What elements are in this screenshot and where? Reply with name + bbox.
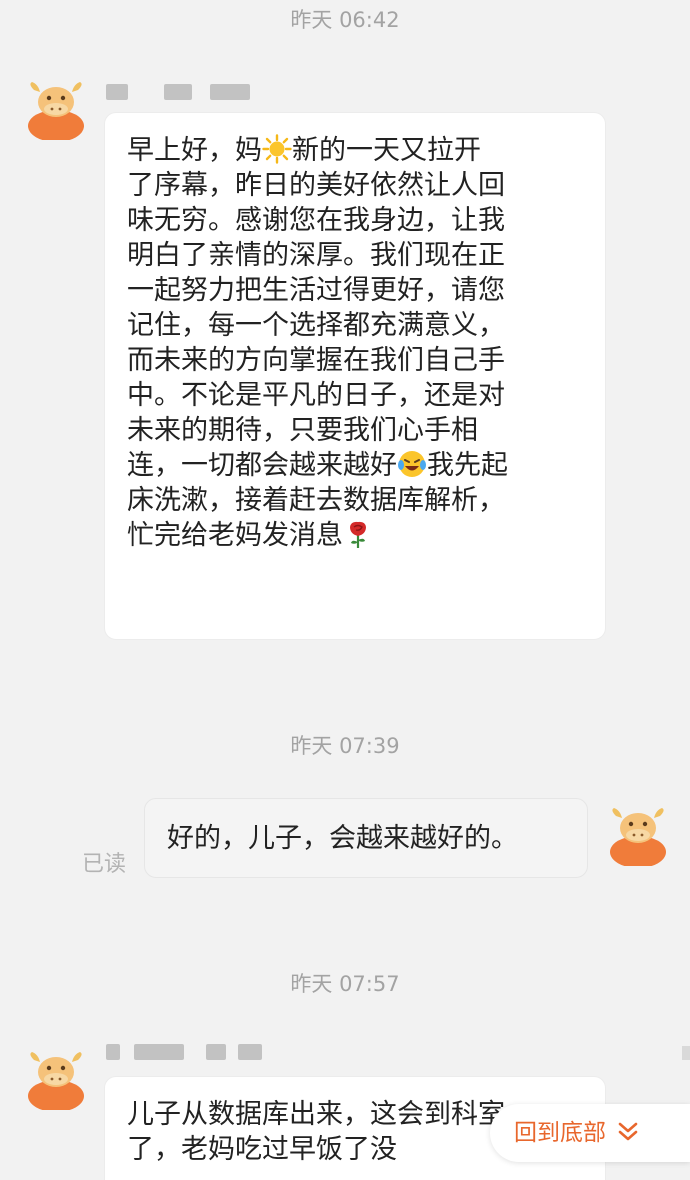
message-bubble-incoming[interactable]: 早上好，妈 新的一天又拉开 了序幕，昨日的美好依然让人回 味无穷。感谢您在我身边，… [104,112,606,640]
message-line: 味无穷。感谢您在我身边，让我 [127,205,505,236]
avatar-cow-icon[interactable] [24,1046,88,1110]
laughing-crying-emoji-icon [398,451,426,477]
message-line: 一起努力把生活过得更好，请您 [127,275,505,306]
message-line: 中。不论是平凡的日子，还是对 [127,380,505,411]
double-chevron-down-icon [619,1122,638,1141]
message-line: 早上好，妈 新的一天又拉开 [127,134,481,166]
scroll-to-bottom-button[interactable]: 回到底部 [490,1104,690,1162]
timestamp: 昨天 06:42 [290,8,400,32]
message-bubble-outgoing[interactable]: 好的，儿子，会越来越好的。 [144,798,588,878]
rose-emoji-icon [350,521,366,548]
timestamp: 昨天 07:57 [290,972,400,996]
avatar-cow-icon[interactable] [24,76,88,140]
avatar-cow-icon[interactable] [606,802,670,866]
message-line: 床洗漱，接着赶去数据库解析， [127,485,505,516]
message-line: 连，一切都会越来越好 我先起 [127,450,508,481]
blurred-contact-name [106,84,256,104]
read-status: 已读 [82,852,127,877]
message-line: 记住，每一个选择都充满意义， [127,310,505,341]
message-line: 了序幕，昨日的美好依然让人回 [127,170,505,201]
message-line: 忙完给老妈发消息 [127,518,583,553]
message-line: 明白了亲情的深厚。我们现在正 [127,240,505,271]
message-line: 未来的期待，只要我们心手相 [127,415,478,446]
timestamp: 昨天 07:39 [290,734,400,758]
blurred-contact-name [106,1044,266,1064]
scroll-indicator [682,1046,690,1060]
message-line: 而未来的方向掌握在我们自己手 [127,345,505,376]
sun-emoji-icon [262,134,292,164]
scroll-to-bottom-label: 回到底部 [514,1120,606,1146]
